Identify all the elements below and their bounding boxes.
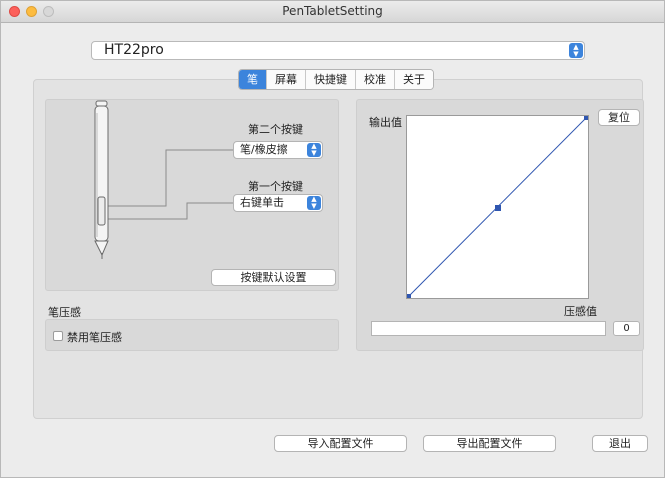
disable-pressure-checkbox[interactable]: [53, 331, 63, 341]
pressure-curve-graph[interactable]: [405, 114, 590, 300]
pressure-level-bar: [371, 321, 606, 336]
reset-button[interactable]: 复位: [598, 109, 640, 126]
curve-end-handle[interactable]: [584, 114, 590, 120]
pressure-section-label: 笔压感: [48, 306, 81, 319]
app-window: PenTabletSetting HT22pro ▲ ▼ 笔 屏幕 快捷键 校准 …: [0, 0, 665, 478]
chevron-updown-icon: ▲ ▼: [307, 196, 321, 210]
second-button-label: 第二个按键: [248, 123, 303, 136]
second-button-select[interactable]: 笔/橡皮擦 ▲ ▼: [233, 141, 323, 159]
curve-start-handle[interactable]: [405, 294, 411, 300]
curve-mid-handle[interactable]: [495, 205, 501, 211]
first-button-select[interactable]: 右键单击 ▲ ▼: [233, 194, 323, 212]
second-button-value: 笔/橡皮擦: [240, 143, 288, 156]
export-config-button[interactable]: 导出配置文件: [423, 435, 556, 452]
pressure-curve: [405, 114, 590, 300]
pen-illustration-icon: [94, 100, 109, 259]
chevron-updown-icon: ▲ ▼: [307, 143, 321, 157]
first-button-value: 右键单击: [240, 196, 284, 209]
first-button-label: 第一个按键: [248, 180, 303, 193]
disable-pressure-label: 禁用笔压感: [67, 331, 122, 344]
exit-button[interactable]: 退出: [592, 435, 648, 452]
pressure-value-label: 压感值: [564, 305, 597, 318]
default-buttons-button[interactable]: 按键默认设置: [211, 269, 336, 286]
output-value-label: 输出值: [369, 116, 402, 129]
pressure-value-field: 0: [613, 321, 640, 336]
import-config-button[interactable]: 导入配置文件: [274, 435, 407, 452]
